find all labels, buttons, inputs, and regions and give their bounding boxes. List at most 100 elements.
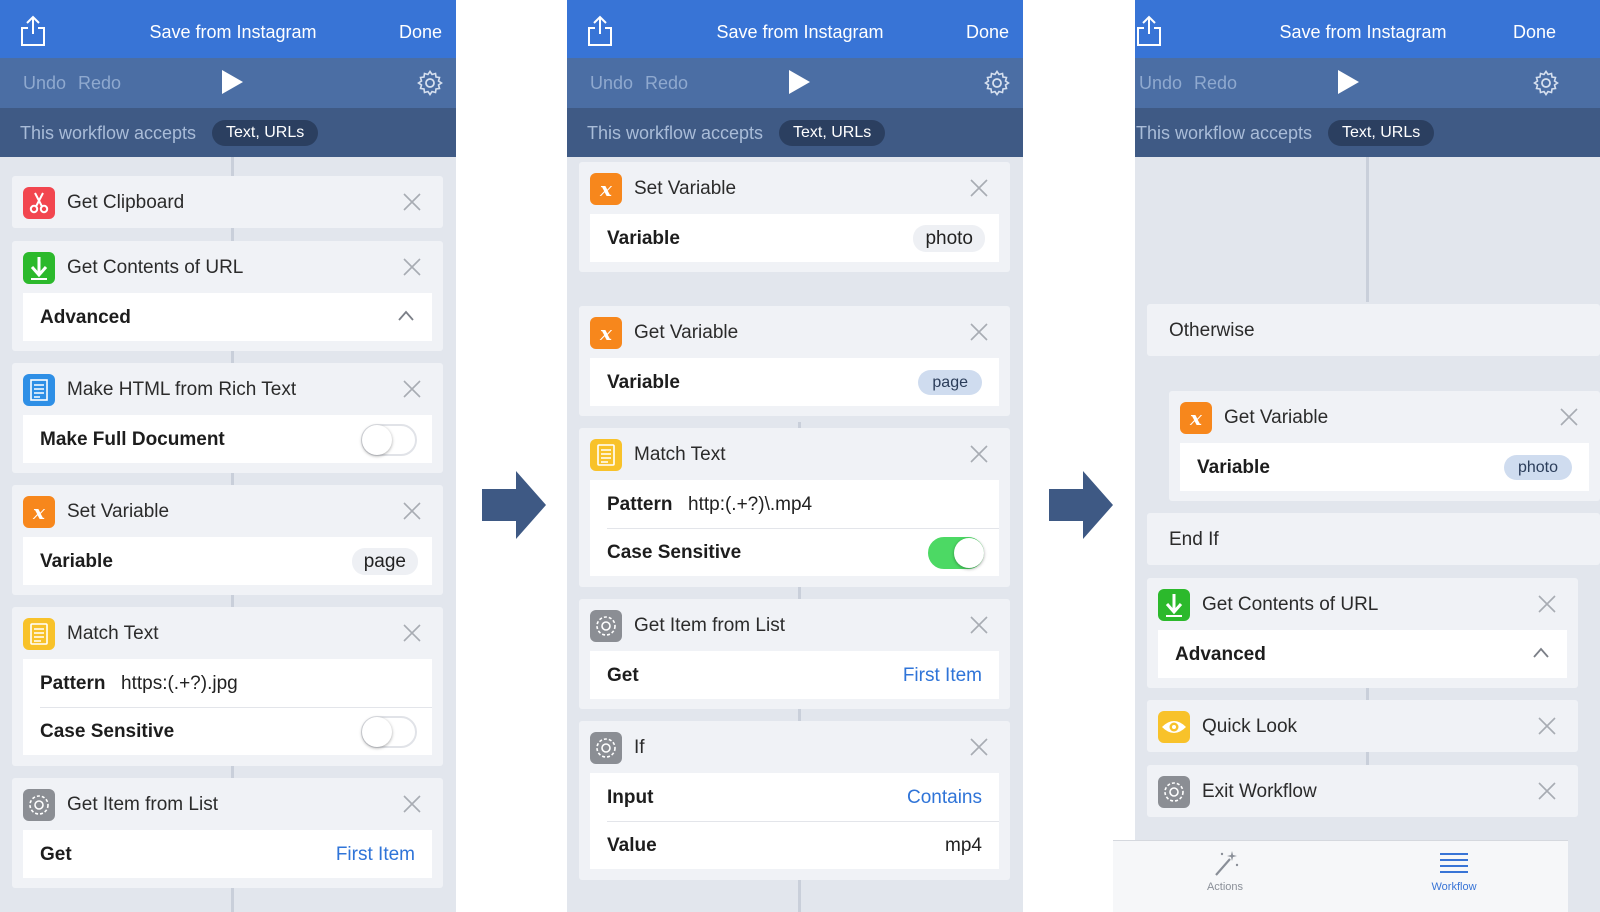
scissors-icon xyxy=(23,187,55,219)
make-full-document-toggle[interactable] xyxy=(361,424,417,456)
action-get-variable[interactable]: x Get Variable Variable photo xyxy=(1169,391,1600,501)
redo-button[interactable]: Redo xyxy=(1194,73,1237,94)
get-row[interactable]: Get First Item xyxy=(590,651,999,699)
toolbar: Undo Redo xyxy=(1135,58,1600,108)
close-icon[interactable] xyxy=(970,616,988,634)
otherwise-label: Otherwise xyxy=(1169,320,1255,341)
action-get-contents-of-url[interactable]: Get Contents of URL Advanced xyxy=(1147,578,1578,688)
gear-icon[interactable] xyxy=(417,70,443,96)
variable-name-field[interactable]: page xyxy=(351,548,418,575)
workflow-title: Save from Instagram xyxy=(149,22,317,42)
action-title: Match Text xyxy=(67,623,159,644)
close-icon[interactable] xyxy=(970,445,988,463)
close-icon[interactable] xyxy=(403,258,421,276)
variable-name-field[interactable]: photo xyxy=(913,225,985,252)
close-icon[interactable] xyxy=(1538,717,1556,735)
done-button[interactable]: Done xyxy=(966,22,1009,43)
pattern-label: Pattern xyxy=(607,494,673,515)
get-value-selector[interactable]: First Item xyxy=(336,844,415,866)
undo-button[interactable]: Undo xyxy=(23,73,66,94)
pattern-input[interactable]: https:(.+?).jpg xyxy=(121,673,238,695)
accepts-types-pill[interactable]: Text, URLs xyxy=(1328,120,1435,146)
done-button[interactable]: Done xyxy=(1513,22,1556,43)
action-make-html[interactable]: Make HTML from Rich Text Make Full Docum… xyxy=(12,363,443,473)
case-sensitive-toggle[interactable] xyxy=(361,716,417,748)
condition-selector[interactable]: Contains xyxy=(907,787,982,809)
variable-row[interactable]: Variable page xyxy=(590,358,999,406)
play-icon[interactable] xyxy=(222,70,243,94)
action-end-if[interactable]: End If xyxy=(1147,513,1600,565)
get-row[interactable]: Get First Item xyxy=(23,830,432,878)
pattern-input[interactable]: http:(.+?)\.mp4 xyxy=(688,494,812,516)
accepts-types-pill[interactable]: Text, URLs xyxy=(212,120,319,146)
download-arrow-icon xyxy=(1158,589,1190,621)
variable-label: Variable xyxy=(1197,457,1270,478)
get-value-selector[interactable]: First Item xyxy=(903,665,982,687)
action-get-item-from-list[interactable]: Get Item from List Get First Item xyxy=(579,599,1010,709)
close-icon[interactable] xyxy=(403,193,421,211)
gear-icon[interactable] xyxy=(984,70,1010,96)
done-button[interactable]: Done xyxy=(399,22,442,43)
close-icon[interactable] xyxy=(403,380,421,398)
close-icon[interactable] xyxy=(403,795,421,813)
close-icon[interactable] xyxy=(1538,782,1556,800)
advanced-row[interactable]: Advanced xyxy=(1158,630,1567,678)
action-otherwise[interactable]: Otherwise xyxy=(1147,304,1600,356)
action-if[interactable]: If Input Contains Value mp4 xyxy=(579,721,1010,880)
variable-row[interactable]: Variable photo xyxy=(1180,443,1589,491)
action-title: Set Variable xyxy=(67,501,170,522)
variable-token[interactable]: page xyxy=(918,370,982,395)
undo-button[interactable]: Undo xyxy=(1139,73,1182,94)
action-match-text[interactable]: Match Text Pattern http:(.+?)\.mp4 Case … xyxy=(579,428,1010,587)
action-quick-look[interactable]: Quick Look xyxy=(1147,700,1578,752)
make-full-document-label: Make Full Document xyxy=(40,429,225,450)
chevron-up-icon[interactable] xyxy=(1533,647,1549,659)
list-icon xyxy=(1440,853,1468,873)
value-input[interactable]: mp4 xyxy=(945,835,982,857)
action-get-clipboard[interactable]: Get Clipboard xyxy=(12,176,443,228)
action-get-variable[interactable]: x Get Variable Variable page xyxy=(579,306,1010,416)
variable-token[interactable]: photo xyxy=(1503,455,1572,480)
nav-bar: Save from Instagram Done xyxy=(1135,0,1600,58)
variable-row[interactable]: Variable photo xyxy=(590,214,999,262)
action-get-contents-of-url[interactable]: Get Contents of URL Advanced xyxy=(12,241,443,351)
accepts-label: This workflow accepts xyxy=(20,123,197,143)
text-lines-icon xyxy=(590,439,622,471)
workflow-content[interactable]: Get Clipboard Get Contents of URL Advanc… xyxy=(0,157,456,912)
workflow-content[interactable]: x Set Variable Variable photo x Get Vari… xyxy=(567,157,1023,912)
redo-button[interactable]: Redo xyxy=(645,73,688,94)
advanced-row[interactable]: Advanced xyxy=(23,293,432,341)
play-icon[interactable] xyxy=(789,70,810,94)
right-arrow-icon xyxy=(482,471,546,539)
close-icon[interactable] xyxy=(1538,595,1556,613)
action-title: Exit Workflow xyxy=(1202,781,1317,802)
accepts-label: This workflow accepts xyxy=(1136,123,1313,143)
action-set-variable[interactable]: x Set Variable Variable photo xyxy=(579,162,1010,272)
redo-button[interactable]: Redo xyxy=(78,73,121,94)
gear-icon[interactable] xyxy=(1533,70,1559,96)
undo-button[interactable]: Undo xyxy=(590,73,633,94)
accepts-label: This workflow accepts xyxy=(587,123,764,143)
close-icon[interactable] xyxy=(970,179,988,197)
workflow-title: Save from Instagram xyxy=(716,22,884,42)
accepts-types-pill[interactable]: Text, URLs xyxy=(779,120,886,146)
action-get-item-from-list[interactable]: Get Item from List Get First Item xyxy=(12,778,443,888)
play-icon[interactable] xyxy=(1338,70,1359,94)
action-title: Get Item from List xyxy=(67,794,218,815)
action-set-variable[interactable]: x Set Variable Variable page xyxy=(12,485,443,595)
action-match-text[interactable]: Match Text Pattern https:(.+?).jpg Case … xyxy=(12,607,443,766)
magic-wand-icon xyxy=(1215,851,1239,876)
action-exit-workflow[interactable]: Exit Workflow xyxy=(1147,765,1578,817)
close-icon[interactable] xyxy=(403,502,421,520)
variable-x-icon: x xyxy=(23,496,55,528)
workflow-content[interactable]: Otherwise x Get Variable Variable photo … xyxy=(1135,157,1600,912)
close-icon[interactable] xyxy=(970,738,988,756)
close-icon[interactable] xyxy=(1560,408,1578,426)
input-label: Input xyxy=(607,787,654,808)
close-icon[interactable] xyxy=(403,624,421,642)
chevron-up-icon[interactable] xyxy=(398,310,414,322)
document-icon xyxy=(23,374,55,406)
case-sensitive-toggle[interactable] xyxy=(928,537,984,569)
close-icon[interactable] xyxy=(970,323,988,341)
variable-row[interactable]: Variable page xyxy=(23,537,432,585)
